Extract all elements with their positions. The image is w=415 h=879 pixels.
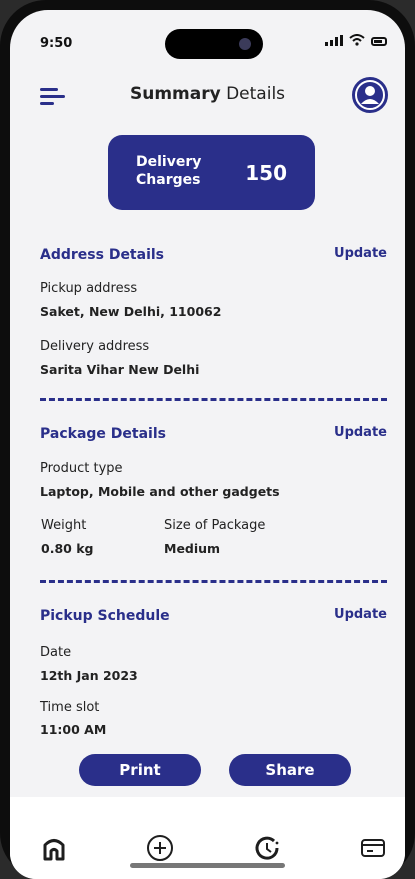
history-icon[interactable] xyxy=(252,833,282,863)
package-update-button[interactable]: Update xyxy=(334,425,387,440)
product-type-label: Product type xyxy=(40,461,123,476)
home-indicator[interactable] xyxy=(130,863,285,868)
status-time: 9:50 xyxy=(40,36,73,51)
weight-value: 0.80 kg xyxy=(41,541,94,556)
status-icons xyxy=(325,34,387,46)
size-value: Medium xyxy=(164,541,221,556)
avatar[interactable] xyxy=(352,77,388,113)
print-button[interactable]: Print xyxy=(79,754,201,786)
screen: 9:50 Summary Details Delivery Charges 15… xyxy=(10,10,405,879)
address-section-title: Address Details xyxy=(40,247,165,263)
weight-label: Weight xyxy=(41,518,87,533)
phone-frame: 9:50 Summary Details Delivery Charges 15… xyxy=(0,0,415,879)
battery-icon xyxy=(371,37,387,46)
product-type-value: Laptop, Mobile and other gadgets xyxy=(40,484,280,499)
title-bold: Summary xyxy=(129,84,221,104)
schedule-section-title: Pickup Schedule xyxy=(40,608,170,624)
size-label: Size of Package xyxy=(164,518,266,533)
user-icon xyxy=(355,80,385,110)
wifi-icon xyxy=(349,34,365,46)
date-label: Date xyxy=(40,645,72,660)
pickup-label: Pickup address xyxy=(40,281,138,296)
address-update-button[interactable]: Update xyxy=(334,246,387,261)
delivery-value: Sarita Vihar New Delhi xyxy=(40,362,200,377)
title-rest: Details xyxy=(226,84,286,104)
delivery-label: Delivery address xyxy=(40,339,150,354)
home-icon[interactable] xyxy=(39,833,69,863)
schedule-update-button[interactable]: Update xyxy=(334,607,387,622)
share-button[interactable]: Share xyxy=(229,754,351,786)
page-title: Summary Details xyxy=(10,84,405,104)
signal-icon xyxy=(325,35,343,46)
add-icon[interactable] xyxy=(145,833,175,863)
charges-label: Delivery Charges xyxy=(136,154,202,188)
time-slot-value: 11:00 AM xyxy=(40,722,107,737)
date-value: 12th Jan 2023 xyxy=(40,668,138,683)
time-slot-label: Time slot xyxy=(40,700,100,715)
charges-value: 150 xyxy=(245,161,287,185)
package-section-title: Package Details xyxy=(40,426,166,442)
dynamic-island xyxy=(165,29,263,59)
divider xyxy=(40,580,387,583)
card-icon[interactable] xyxy=(358,833,388,863)
pickup-value: Saket, New Delhi, 110062 xyxy=(40,304,222,319)
divider xyxy=(40,398,387,401)
camera-icon xyxy=(239,38,251,50)
delivery-charges-card: Delivery Charges 150 xyxy=(108,135,315,210)
